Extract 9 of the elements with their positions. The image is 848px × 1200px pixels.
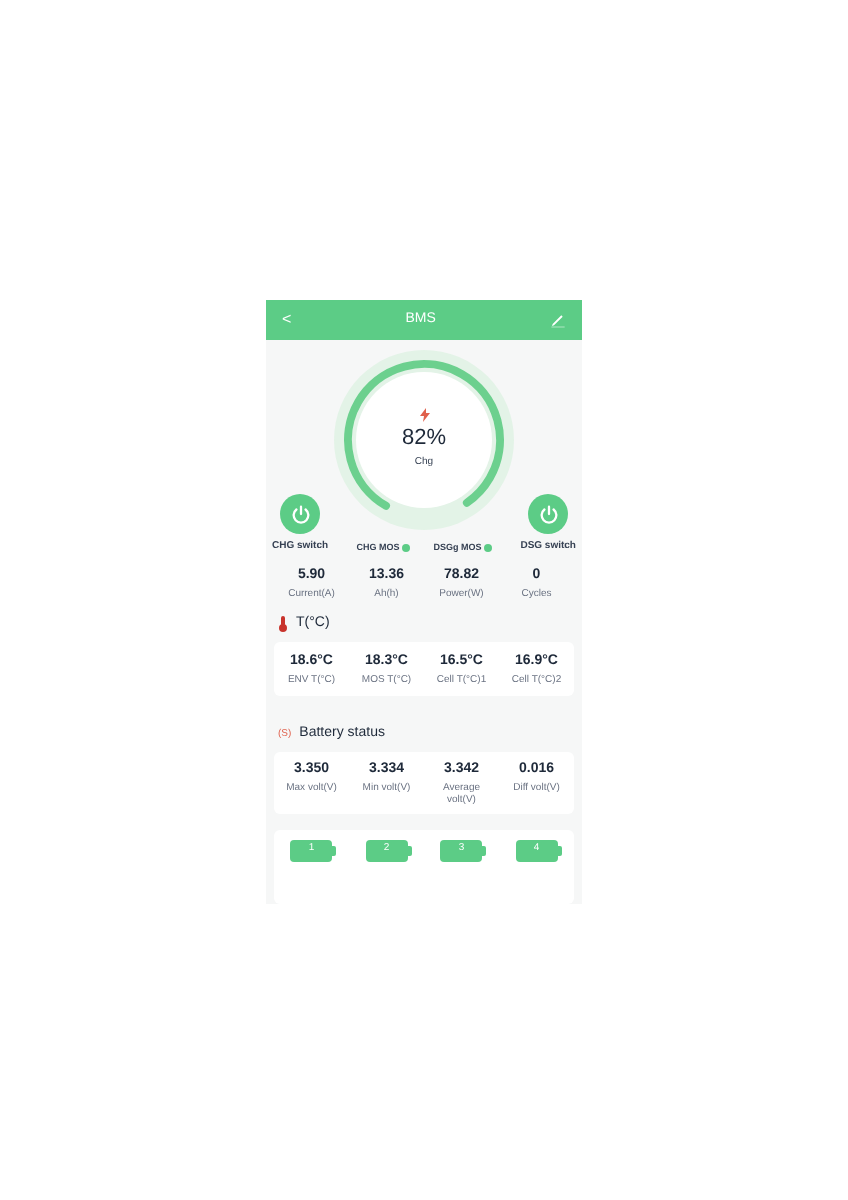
edit-icon[interactable] [550,312,566,329]
back-button[interactable]: < [282,312,292,329]
charge-percent: 82% [401,426,447,453]
lightning-icon [419,408,429,423]
power-icon [537,503,560,526]
power-switch[interactable] [528,494,569,535]
thermometer-icon [278,615,288,632]
power-icon [289,503,312,526]
power-switch[interactable] [280,494,321,535]
